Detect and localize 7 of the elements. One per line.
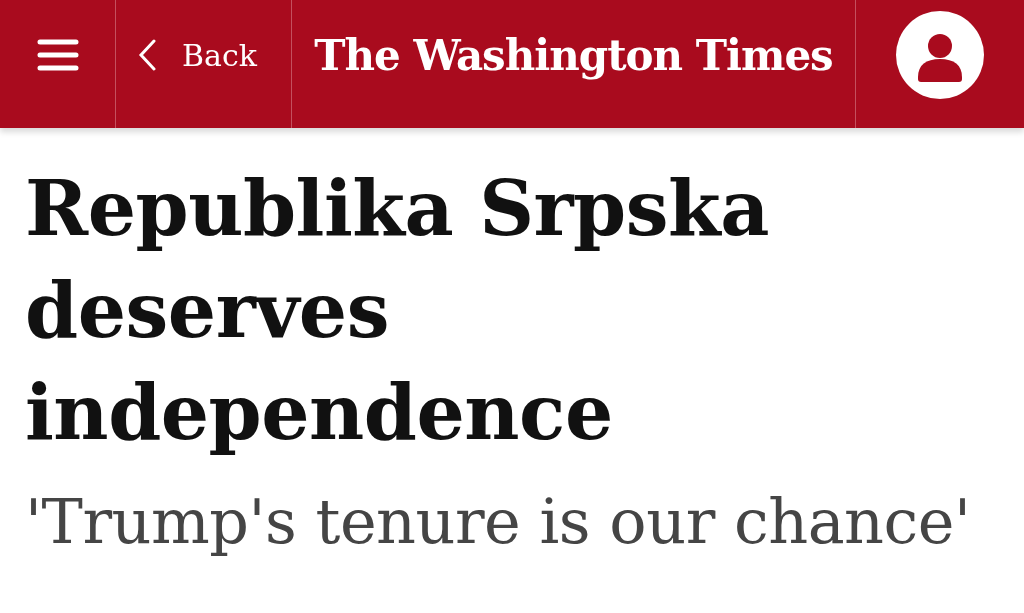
subheadline: 'Trump's tenure is our chance' [25, 486, 972, 558]
headline: Republika Srpska deserves independence [25, 163, 770, 459]
menu-icon [36, 38, 79, 72]
user-icon [896, 11, 984, 99]
back-button[interactable]: Back [116, 0, 292, 128]
logo[interactable]: The Washington Times [314, 23, 833, 87]
chevron-left-icon [138, 39, 156, 71]
